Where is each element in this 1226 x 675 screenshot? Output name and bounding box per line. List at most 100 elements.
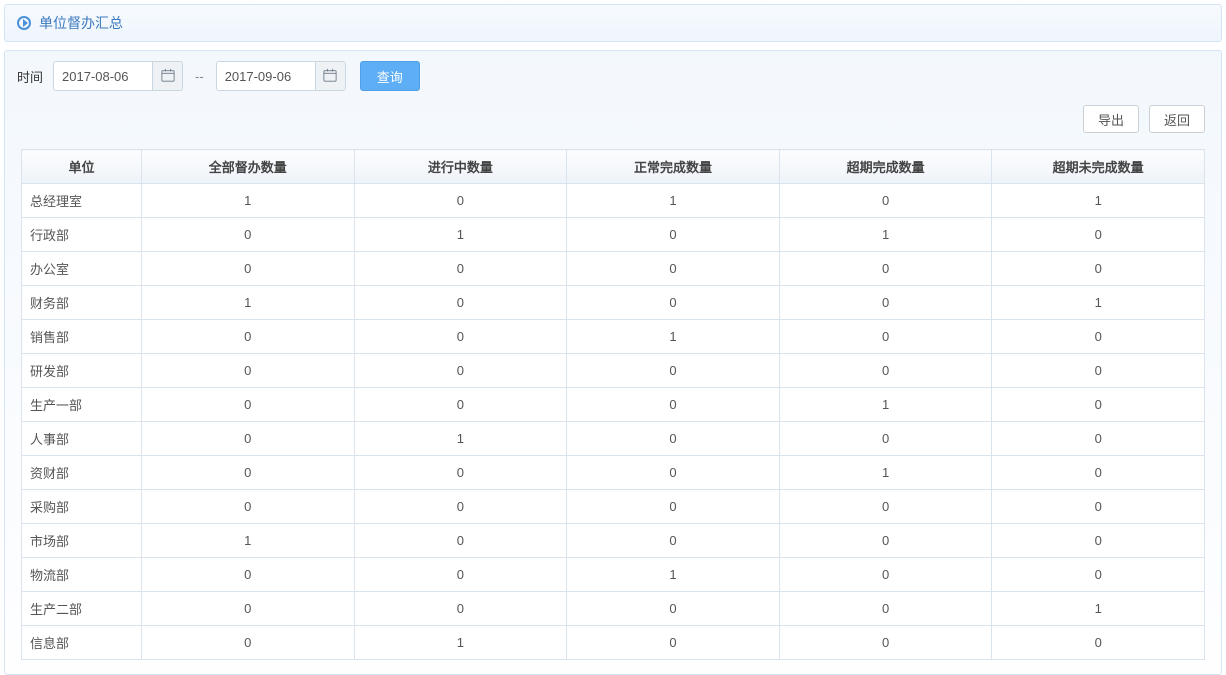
cell-unit: 销售部 (22, 320, 142, 354)
cell-inprogress: 0 (354, 524, 567, 558)
table-row: 总经理室10101 (22, 184, 1205, 218)
cell-overdue-done: 1 (779, 388, 992, 422)
cell-normal: 0 (567, 252, 780, 286)
summary-table-wrap: 单位 全部督办数量 进行中数量 正常完成数量 超期完成数量 超期未完成数量 总经… (21, 149, 1205, 660)
cell-unit: 市场部 (22, 524, 142, 558)
filter-panel: 时间 -- 查询 导出 返回 (4, 50, 1222, 675)
cell-all: 1 (142, 524, 355, 558)
table-row: 信息部01000 (22, 626, 1205, 660)
cell-overdue-done: 0 (779, 320, 992, 354)
cell-overdue-undone: 0 (992, 626, 1205, 660)
cell-unit: 财务部 (22, 286, 142, 320)
cell-inprogress: 0 (354, 354, 567, 388)
cell-inprogress: 0 (354, 592, 567, 626)
cell-overdue-done: 0 (779, 184, 992, 218)
cell-normal: 0 (567, 456, 780, 490)
cell-inprogress: 0 (354, 388, 567, 422)
cell-inprogress: 0 (354, 456, 567, 490)
col-normal: 正常完成数量 (567, 150, 780, 184)
cell-overdue-done: 0 (779, 252, 992, 286)
cell-overdue-undone: 0 (992, 558, 1205, 592)
cell-normal: 1 (567, 558, 780, 592)
cell-inprogress: 0 (354, 490, 567, 524)
query-button[interactable]: 查询 (360, 61, 420, 91)
start-date-input[interactable] (54, 62, 152, 90)
table-row: 市场部10000 (22, 524, 1205, 558)
cell-normal: 0 (567, 422, 780, 456)
cell-normal: 0 (567, 524, 780, 558)
calendar-icon (323, 68, 337, 85)
cell-overdue-done: 0 (779, 286, 992, 320)
cell-all: 0 (142, 218, 355, 252)
table-row: 生产二部00001 (22, 592, 1205, 626)
page-header-panel: 单位督办汇总 (4, 4, 1222, 42)
cell-unit: 信息部 (22, 626, 142, 660)
cell-overdue-undone: 0 (992, 354, 1205, 388)
table-row: 行政部01010 (22, 218, 1205, 252)
cell-overdue-undone: 0 (992, 524, 1205, 558)
cell-all: 0 (142, 558, 355, 592)
filter-row: 时间 -- 查询 (17, 61, 1209, 91)
table-row: 生产一部00010 (22, 388, 1205, 422)
table-row: 办公室00000 (22, 252, 1205, 286)
cell-overdue-done: 0 (779, 490, 992, 524)
cell-all: 0 (142, 252, 355, 286)
cell-unit: 人事部 (22, 422, 142, 456)
end-date-input[interactable] (217, 62, 315, 90)
cell-all: 0 (142, 490, 355, 524)
cell-unit: 行政部 (22, 218, 142, 252)
cell-unit: 生产二部 (22, 592, 142, 626)
cell-overdue-done: 0 (779, 524, 992, 558)
cell-overdue-done: 0 (779, 592, 992, 626)
action-row: 导出 返回 (17, 105, 1209, 133)
cell-inprogress: 1 (354, 218, 567, 252)
cell-normal: 1 (567, 320, 780, 354)
cell-overdue-undone: 0 (992, 490, 1205, 524)
cell-all: 0 (142, 422, 355, 456)
cell-normal: 0 (567, 490, 780, 524)
end-date-picker-button[interactable] (315, 62, 345, 90)
cell-unit: 办公室 (22, 252, 142, 286)
table-row: 资财部00010 (22, 456, 1205, 490)
cell-unit: 采购部 (22, 490, 142, 524)
start-date-group (53, 61, 183, 91)
cell-normal: 0 (567, 626, 780, 660)
col-inprogress: 进行中数量 (354, 150, 567, 184)
cell-overdue-undone: 0 (992, 456, 1205, 490)
cell-normal: 0 (567, 218, 780, 252)
cell-inprogress: 0 (354, 286, 567, 320)
cell-overdue-done: 0 (779, 354, 992, 388)
cell-normal: 0 (567, 354, 780, 388)
summary-table: 单位 全部督办数量 进行中数量 正常完成数量 超期完成数量 超期未完成数量 总经… (21, 149, 1205, 660)
cell-overdue-done: 1 (779, 456, 992, 490)
table-row: 财务部10001 (22, 286, 1205, 320)
table-row: 采购部00000 (22, 490, 1205, 524)
cell-inprogress: 1 (354, 422, 567, 456)
cell-unit: 研发部 (22, 354, 142, 388)
table-row: 物流部00100 (22, 558, 1205, 592)
cell-overdue-done: 0 (779, 558, 992, 592)
start-date-picker-button[interactable] (152, 62, 182, 90)
cell-unit: 总经理室 (22, 184, 142, 218)
export-button[interactable]: 导出 (1083, 105, 1139, 133)
cell-inprogress: 0 (354, 252, 567, 286)
time-label: 时间 (17, 67, 43, 86)
cell-all: 0 (142, 354, 355, 388)
cell-inprogress: 1 (354, 626, 567, 660)
back-button[interactable]: 返回 (1149, 105, 1205, 133)
cell-all: 0 (142, 592, 355, 626)
table-header-row: 单位 全部督办数量 进行中数量 正常完成数量 超期完成数量 超期未完成数量 (22, 150, 1205, 184)
cell-all: 0 (142, 320, 355, 354)
col-overdue-done: 超期完成数量 (779, 150, 992, 184)
cell-overdue-undone: 1 (992, 286, 1205, 320)
table-row: 人事部01000 (22, 422, 1205, 456)
cell-all: 0 (142, 456, 355, 490)
cell-overdue-undone: 0 (992, 388, 1205, 422)
end-date-group (216, 61, 346, 91)
cell-overdue-undone: 0 (992, 422, 1205, 456)
cell-overdue-done: 1 (779, 218, 992, 252)
cell-overdue-undone: 0 (992, 218, 1205, 252)
cell-normal: 0 (567, 592, 780, 626)
cell-unit: 物流部 (22, 558, 142, 592)
date-separator: -- (189, 69, 210, 84)
